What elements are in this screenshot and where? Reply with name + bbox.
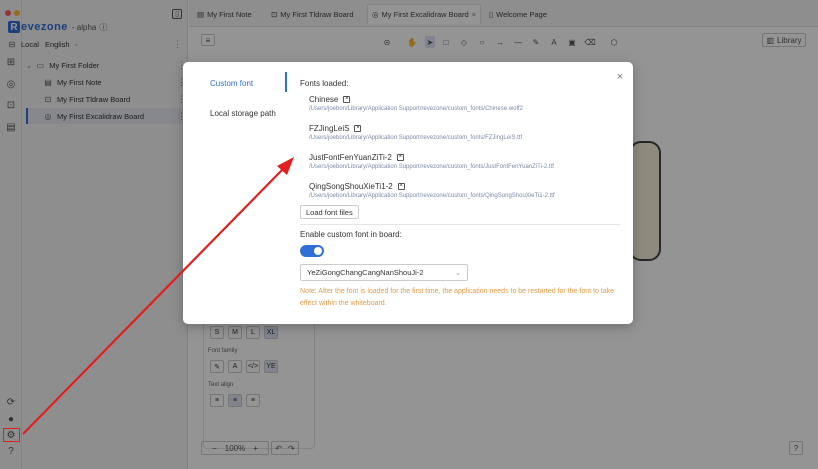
arrow-line bbox=[22, 169, 283, 435]
annotation-arrow bbox=[22, 157, 294, 435]
settings-highlight-box bbox=[3, 428, 20, 442]
